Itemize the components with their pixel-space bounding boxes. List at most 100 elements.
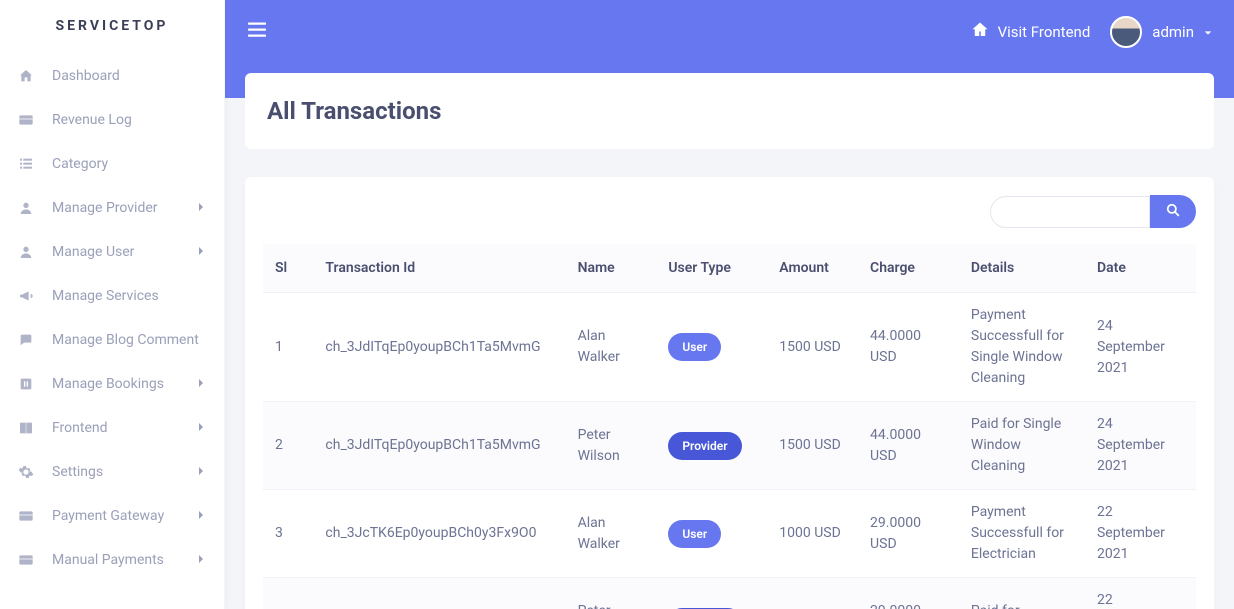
cell-amount: 1500 USD bbox=[767, 402, 858, 490]
pause-icon bbox=[18, 376, 44, 392]
sidebar-item-manage-blog-comment[interactable]: Manage Blog Comment bbox=[0, 318, 224, 362]
search-button[interactable] bbox=[1150, 195, 1196, 228]
sidebar-item-label: Dashboard bbox=[52, 68, 206, 84]
cell-charge: 44.0000 USD bbox=[858, 293, 959, 402]
col-details: Details bbox=[959, 244, 1085, 293]
topbar: Visit Frontend admin bbox=[225, 0, 1234, 64]
list-icon bbox=[18, 156, 44, 172]
chevron-right-icon bbox=[196, 200, 206, 216]
user-type-badge: Provider bbox=[668, 432, 741, 460]
cell-details: Paid for Single Window Cleaning bbox=[959, 402, 1085, 490]
sidebar-item-label: Manage Services bbox=[52, 288, 206, 304]
cell-charge: 44.0000 USD bbox=[858, 402, 959, 490]
sidebar: SERVICETOP Dashboard Revenue Log Category M… bbox=[0, 0, 225, 609]
cell-sl: 3 bbox=[263, 490, 313, 578]
cell-amount: 1000 USD bbox=[767, 490, 858, 578]
caret-down-icon bbox=[1204, 23, 1212, 41]
cell-amount: 1500 USD bbox=[767, 293, 858, 402]
sidebar-item-revenue-log[interactable]: Revenue Log bbox=[0, 98, 224, 142]
sidebar-item-manage-user[interactable]: Manage User bbox=[0, 230, 224, 274]
table-row: 4ch_3JcTK6Ep0youpBCh0y3Fx9O0Peter Wilson… bbox=[263, 578, 1196, 609]
username-label: admin bbox=[1152, 23, 1194, 41]
sidebar-item-label: Manage Bookings bbox=[52, 376, 196, 392]
cell-user-type: Provider bbox=[656, 578, 767, 609]
col-amount: Amount bbox=[767, 244, 858, 293]
sidebar-item-manage-bookings[interactable]: Manage Bookings bbox=[0, 362, 224, 406]
chevron-right-icon bbox=[196, 420, 206, 436]
search-row bbox=[263, 195, 1196, 228]
sidebar-item-label: Frontend bbox=[52, 420, 196, 436]
page-title: All Transactions bbox=[267, 97, 1192, 125]
col-date: Date bbox=[1085, 244, 1196, 293]
home-icon bbox=[970, 21, 990, 43]
sidebar-item-label: Revenue Log bbox=[52, 112, 206, 128]
search-input[interactable] bbox=[990, 196, 1150, 228]
cell-user-type: User bbox=[656, 293, 767, 402]
cell-amount: 1000 USD bbox=[767, 578, 858, 609]
cell-txid: ch_3JcTK6Ep0youpBCh0y3Fx9O0 bbox=[313, 490, 565, 578]
sidebar-item-payment-gateway[interactable]: Payment Gateway bbox=[0, 494, 224, 538]
sidebar-nav: Dashboard Revenue Log Category Manage Provi… bbox=[0, 46, 224, 590]
cell-date: 22 September 2021 bbox=[1085, 578, 1196, 609]
hamburger-icon[interactable] bbox=[247, 21, 267, 43]
credit-card-icon bbox=[18, 112, 44, 128]
table-header-row: Sl Transaction Id Name User Type Amount … bbox=[263, 244, 1196, 293]
transactions-card: Sl Transaction Id Name User Type Amount … bbox=[245, 177, 1214, 609]
col-sl: Sl bbox=[263, 244, 313, 293]
chevron-right-icon bbox=[196, 508, 206, 524]
cell-name: Peter Wilson bbox=[566, 578, 657, 609]
sidebar-item-manage-provider[interactable]: Manage Provider bbox=[0, 186, 224, 230]
user-type-badge: User bbox=[668, 333, 721, 361]
chevron-right-icon bbox=[196, 244, 206, 260]
sidebar-item-manual-payments[interactable]: Manual Payments bbox=[0, 538, 224, 582]
chevron-right-icon bbox=[196, 464, 206, 480]
table-row: 2ch_3JdITqEp0youpBCh1Ta5MvmGPeter Wilson… bbox=[263, 402, 1196, 490]
cell-txid: ch_3JdITqEp0youpBCh1Ta5MvmG bbox=[313, 293, 565, 402]
cell-name: Peter Wilson bbox=[566, 402, 657, 490]
sidebar-item-dashboard[interactable]: Dashboard bbox=[0, 54, 224, 98]
sidebar-item-settings[interactable]: Settings bbox=[0, 450, 224, 494]
table-row: 1ch_3JdITqEp0youpBCh1Ta5MvmGAlan WalkerU… bbox=[263, 293, 1196, 402]
sidebar-item-label: Manage Provider bbox=[52, 200, 196, 216]
cell-name: Alan Walker bbox=[566, 490, 657, 578]
cell-date: 24 September 2021 bbox=[1085, 402, 1196, 490]
cell-sl: 4 bbox=[263, 578, 313, 609]
user-icon bbox=[18, 244, 44, 260]
gear-icon bbox=[18, 464, 44, 480]
cell-charge: 29.0000 USD bbox=[858, 490, 959, 578]
user-icon bbox=[18, 200, 44, 216]
cell-date: 24 September 2021 bbox=[1085, 293, 1196, 402]
chevron-right-icon bbox=[196, 376, 206, 392]
avatar bbox=[1110, 16, 1142, 48]
cell-details: Payment Successfull for Single Window Cl… bbox=[959, 293, 1085, 402]
col-charge: Charge bbox=[858, 244, 959, 293]
sidebar-item-frontend[interactable]: Frontend bbox=[0, 406, 224, 450]
brand-logo[interactable]: SERVICETOP bbox=[0, 0, 224, 46]
cell-txid: ch_3JdITqEp0youpBCh1Ta5MvmG bbox=[313, 402, 565, 490]
col-user-type: User Type bbox=[656, 244, 767, 293]
table-row: 3ch_3JcTK6Ep0youpBCh0y3Fx9O0Alan Walker U… bbox=[263, 490, 1196, 578]
sidebar-item-category[interactable]: Category bbox=[0, 142, 224, 186]
cell-txid: ch_3JcTK6Ep0youpBCh0y3Fx9O0 bbox=[313, 578, 565, 609]
home-icon bbox=[18, 68, 44, 84]
col-txid: Transaction Id bbox=[313, 244, 565, 293]
cell-charge: 29.0000 USD bbox=[858, 578, 959, 609]
bullhorn-icon bbox=[18, 288, 44, 304]
credit-card-icon bbox=[18, 508, 44, 524]
col-name: Name bbox=[566, 244, 657, 293]
sidebar-item-label: Manage Blog Comment bbox=[52, 332, 206, 348]
transactions-table: Sl Transaction Id Name User Type Amount … bbox=[263, 244, 1196, 609]
visit-frontend-link[interactable]: Visit Frontend bbox=[970, 21, 1091, 43]
main-area: Visit Frontend admin All Transactions bbox=[225, 0, 1234, 609]
sidebar-item-label: Payment Gateway bbox=[52, 508, 196, 524]
cell-sl: 2 bbox=[263, 402, 313, 490]
search-icon bbox=[1166, 203, 1180, 220]
sidebar-item-manage-services[interactable]: Manage Services bbox=[0, 274, 224, 318]
cell-user-type: User bbox=[656, 490, 767, 578]
comments-icon bbox=[18, 332, 44, 348]
user-menu[interactable]: admin bbox=[1110, 16, 1212, 48]
user-type-badge: User bbox=[668, 520, 721, 548]
columns-icon bbox=[18, 420, 44, 436]
cell-details: Paid for Electrician bbox=[959, 578, 1085, 609]
sidebar-item-label: Settings bbox=[52, 464, 196, 480]
